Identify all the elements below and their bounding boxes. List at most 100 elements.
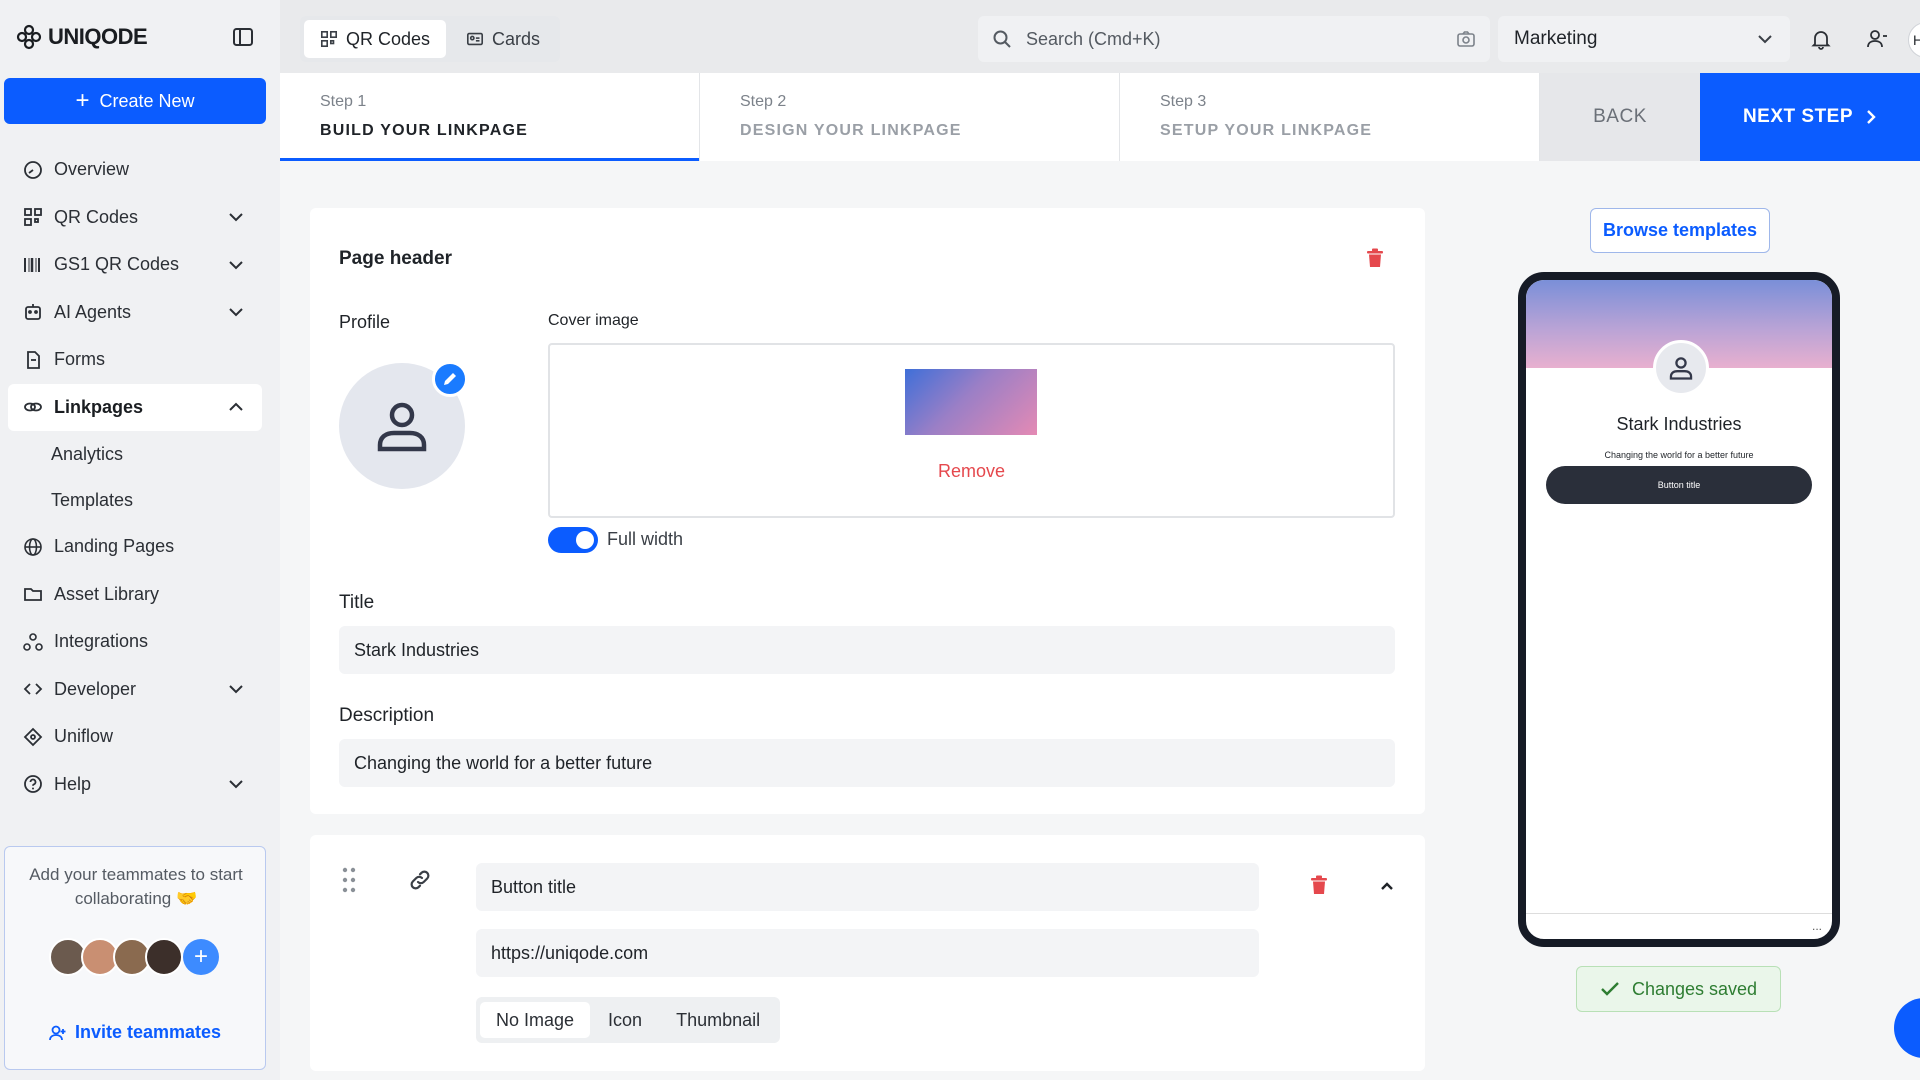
preview-button: Button title [1546, 466, 1812, 504]
step-design[interactable]: Step 2 DESIGN YOUR LINKPAGE [700, 73, 1120, 161]
sidebar-item-label: GS1 QR Codes [54, 254, 180, 275]
sidebar-subitem-templates[interactable]: Templates [8, 477, 262, 523]
back-button[interactable]: BACK [1540, 73, 1700, 161]
link-icon [410, 870, 430, 890]
teammate-avatars: + [49, 938, 219, 976]
sidebar-item-overview[interactable]: Overview [8, 146, 262, 194]
chevron-right-icon [1867, 110, 1876, 124]
changes-saved-label: Changes saved [1631, 978, 1758, 999]
trash-icon[interactable] [1310, 875, 1328, 895]
sidebar-item-help[interactable]: Help [8, 761, 262, 809]
create-new-button[interactable]: + Create New [4, 78, 266, 124]
sidebar-item-label: Help [54, 773, 92, 794]
add-teammate-icon[interactable]: + [183, 939, 219, 975]
sidebar-item-qr-codes[interactable]: QR Codes [8, 194, 262, 242]
account-avatar[interactable]: H [1908, 22, 1920, 58]
description-label: Description [339, 705, 435, 726]
sidebar-item-asset-library[interactable]: Asset Library [8, 571, 262, 619]
sidebar-item-label: Developer [54, 678, 137, 699]
button-title-field[interactable]: Button title [476, 863, 1259, 911]
invite-teammates-button[interactable]: Invite teammates [49, 1022, 221, 1043]
next-step-button[interactable]: NEXT STEP [1700, 73, 1920, 161]
sidebar-item-label: Asset Library [54, 583, 160, 604]
check-icon [1601, 982, 1619, 996]
user-icon[interactable] [1866, 28, 1888, 50]
edit-profile-button[interactable] [432, 361, 468, 397]
sidebar: UNIQODE + Create New Overview QR Codes G… [0, 0, 280, 1080]
drag-handle-icon[interactable] [342, 867, 356, 893]
button-title-value: Button title [491, 876, 577, 897]
sidebar-item-label: AI Agents [54, 301, 132, 322]
title-value: Stark Industries [354, 639, 480, 660]
chevron-down-icon [229, 213, 243, 222]
search-icon [993, 30, 1011, 48]
tab-qr-codes[interactable]: QR Codes [304, 20, 447, 58]
sidebar-toggle-icon[interactable] [232, 26, 256, 50]
next-step-label: NEXT STEP [1742, 106, 1854, 127]
profile-label: Profile [339, 312, 391, 332]
more-icon: ... [1811, 919, 1822, 933]
bell-icon[interactable] [1810, 28, 1832, 50]
sidebar-item-uniflow[interactable]: Uniflow [8, 713, 262, 761]
sidebar-item-ai-agents[interactable]: AI Agents [8, 289, 262, 337]
chevron-down-icon [229, 308, 243, 317]
full-width-toggle[interactable] [548, 527, 598, 553]
tab-cards[interactable]: Cards [450, 20, 556, 58]
step-title: BUILD YOUR LINKPAGE [320, 122, 528, 139]
sidebar-item-label: Templates [51, 489, 134, 510]
tab-label: QR Codes [346, 28, 431, 49]
step-build[interactable]: Step 1 BUILD YOUR LINKPAGE [280, 73, 700, 161]
folder-icon [22, 583, 44, 605]
brand-logo[interactable]: UNIQODE [16, 24, 148, 50]
pencil-icon [444, 373, 456, 385]
sidebar-subitem-analytics[interactable]: Analytics [8, 431, 262, 477]
sidebar-item-gs1-qr-codes[interactable]: GS1 QR Codes [8, 241, 262, 289]
cover-image-upload[interactable]: Remove [548, 343, 1395, 518]
link-icon [22, 396, 44, 418]
sidebar-item-label: QR Codes [54, 206, 139, 227]
option-icon[interactable]: Icon [592, 1002, 658, 1038]
brand-name: UNIQODE [48, 24, 148, 49]
globe-icon [22, 536, 44, 558]
sidebar-item-landing-pages[interactable]: Landing Pages [8, 523, 262, 571]
sidebar-item-forms[interactable]: Forms [8, 336, 262, 384]
chevron-up-icon [229, 402, 243, 411]
sidebar-item-label: Linkpages [54, 396, 144, 417]
sidebar-item-integrations[interactable]: Integrations [8, 618, 262, 666]
browse-templates-button[interactable]: Browse templates [1590, 208, 1770, 253]
sidebar-item-label: Analytics [51, 443, 124, 464]
sidebar-item-linkpages[interactable]: Linkpages [8, 383, 262, 431]
full-width-label: Full width [607, 529, 684, 549]
camera-icon[interactable] [1456, 29, 1476, 49]
phone-preview: Stark Industries Changing the world for … [1518, 272, 1840, 947]
step-number: Step 3 [1160, 93, 1207, 110]
form-icon [22, 349, 44, 371]
chevron-down-icon [229, 261, 243, 270]
step-setup[interactable]: Step 3 SETUP YOUR LINKPAGE [1120, 73, 1540, 161]
card-icon [467, 32, 484, 46]
preview-title: Stark Industries [1616, 414, 1742, 434]
remove-cover-button[interactable]: Remove [550, 461, 1393, 482]
preview-description: Changing the world for a better future [1604, 450, 1754, 460]
chevron-down-icon [229, 685, 243, 694]
invite-teammates-card: Add your teammates to start collaboratin… [4, 846, 266, 1070]
workspace-select[interactable]: Marketing [1498, 16, 1790, 62]
user-icon [1669, 357, 1693, 380]
plus-icon: + [75, 87, 90, 114]
chevron-up-icon[interactable] [1380, 881, 1394, 891]
option-thumbnail[interactable]: Thumbnail [660, 1002, 776, 1038]
image-type-selector: No Image Icon Thumbnail [476, 997, 781, 1043]
trash-icon[interactable] [1366, 248, 1384, 268]
button-url-field[interactable]: https://uniqode.com [476, 929, 1259, 977]
page-header-card: Page header Profile Cover image Remove F… [310, 208, 1425, 814]
sidebar-item-label: Landing Pages [54, 536, 175, 557]
product-tabs: QR Codes Cards [300, 16, 561, 62]
preview-footer: ... [1526, 913, 1832, 939]
title-field[interactable]: Stark Industries [339, 626, 1395, 674]
sidebar-item-developer[interactable]: Developer [8, 666, 262, 714]
search-input[interactable]: Search (Cmd+K) [978, 16, 1490, 62]
option-no-image[interactable]: No Image [480, 1002, 591, 1038]
step-number: Step 1 [320, 93, 367, 110]
description-field[interactable]: Changing the world for a better future [339, 739, 1395, 787]
uniflow-icon [22, 726, 44, 748]
